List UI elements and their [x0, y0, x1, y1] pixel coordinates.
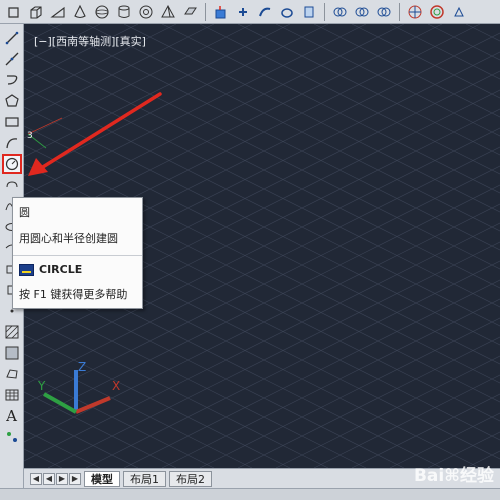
circle-tooltip: 圆 用圆心和半径创建圆 CIRCLE 按 F1 键获得更多帮助 — [12, 197, 143, 309]
tab-layout1[interactable]: 布局1 — [123, 470, 166, 487]
sphere-icon[interactable] — [92, 2, 112, 22]
grid-line — [351, 393, 500, 468]
grid-line — [465, 450, 500, 468]
text-tool-label: A — [6, 407, 17, 425]
loft-icon[interactable] — [299, 2, 319, 22]
gizmo-move-icon[interactable] — [405, 2, 425, 22]
grid-line — [161, 24, 500, 194]
grid-line — [199, 24, 500, 175]
status-strip — [0, 488, 500, 500]
presspull-icon[interactable] — [233, 2, 253, 22]
region-icon[interactable] — [2, 364, 22, 384]
baidu-watermark: Bai⌘经验 — [414, 461, 494, 486]
line-icon[interactable] — [2, 28, 22, 48]
annotation-arrow — [28, 92, 162, 176]
extrude-icon[interactable] — [211, 2, 231, 22]
ucs-y-label: Y — [37, 379, 46, 393]
grid-line — [427, 24, 500, 61]
first-tab-button[interactable]: ◀ — [30, 472, 42, 485]
tab-model[interactable]: 模型 — [84, 470, 120, 487]
last-tab-button[interactable]: ▶ — [69, 472, 81, 485]
planar-surface-icon[interactable] — [180, 2, 200, 22]
toolbar-bottom-filler — [0, 468, 24, 488]
prev-tab-button[interactable]: ◀ — [43, 472, 55, 485]
circle-icon[interactable] — [1, 154, 22, 174]
hatch-icon[interactable] — [2, 322, 22, 342]
arc-icon[interactable] — [2, 133, 22, 153]
grid-line — [313, 24, 500, 118]
tooltip-title: 圆 — [19, 206, 30, 219]
grid-line — [275, 24, 500, 137]
viewport-label[interactable]: [−][西南等轴测][真实] — [34, 33, 146, 49]
gizmo-rotate-icon[interactable] — [427, 2, 447, 22]
tab-layout2[interactable]: 布局2 — [169, 470, 212, 487]
toolbar-separator — [205, 2, 206, 21]
cylinder-icon[interactable] — [114, 2, 134, 22]
grid-line — [427, 431, 500, 468]
union-icon[interactable] — [330, 2, 350, 22]
rectangle-icon[interactable] — [2, 112, 22, 132]
revcloud-icon[interactable] — [2, 175, 22, 195]
command-icon — [19, 263, 34, 276]
toolbar-separator — [399, 2, 400, 21]
subtract-icon[interactable] — [352, 2, 372, 22]
ucs-icon: Z X Y — [37, 360, 120, 414]
gradient-icon[interactable] — [2, 343, 22, 363]
grid-line — [313, 374, 500, 468]
construction-line-icon[interactable] — [2, 49, 22, 69]
intersect-icon[interactable] — [374, 2, 394, 22]
box-icon[interactable] — [26, 2, 46, 22]
revolve-icon[interactable] — [277, 2, 297, 22]
grid-line — [389, 24, 500, 80]
toolbar-separator — [324, 2, 325, 21]
grid-line — [275, 355, 500, 468]
modeling-toolbar — [0, 0, 500, 24]
grid-line — [351, 24, 500, 99]
next-tab-button[interactable]: ▶ — [56, 472, 68, 485]
grid-line — [465, 24, 500, 42]
autocad-window: A [−][西南等轴测][真实] 3 Z X Y 圆 用圆心和半径创建圆 CIR… — [0, 0, 500, 500]
grid-line — [123, 279, 500, 468]
tooltip-command-name: CIRCLE — [39, 263, 83, 276]
grid-line — [199, 317, 500, 468]
wedge-icon[interactable] — [48, 2, 68, 22]
gizmo-scale-icon[interactable] — [449, 2, 469, 22]
cone-icon[interactable] — [70, 2, 90, 22]
grid-line — [389, 412, 500, 468]
polygon-icon[interactable] — [2, 91, 22, 111]
polyline-icon[interactable] — [2, 70, 22, 90]
tooltip-description: 用圆心和半径创建圆 — [19, 232, 118, 245]
watermark-text: Bai⌘经验 — [413, 466, 494, 486]
ucs-z-label: Z — [78, 360, 86, 374]
tooltip-divider — [13, 255, 142, 256]
add-selected-icon[interactable] — [2, 427, 22, 447]
polysolid-icon[interactable] — [4, 2, 24, 22]
multiline-text-icon[interactable]: A — [2, 406, 22, 426]
torus-icon[interactable] — [136, 2, 156, 22]
table-icon[interactable] — [2, 385, 22, 405]
grid-line — [161, 298, 500, 468]
grid-line — [123, 24, 500, 213]
sweep-icon[interactable] — [255, 2, 275, 22]
tooltip-command: CIRCLE — [19, 263, 136, 276]
tooltip-help: 按 F1 键获得更多帮助 — [19, 288, 128, 301]
pyramid-icon[interactable] — [158, 2, 178, 22]
ucs-x-label: X — [112, 379, 120, 393]
